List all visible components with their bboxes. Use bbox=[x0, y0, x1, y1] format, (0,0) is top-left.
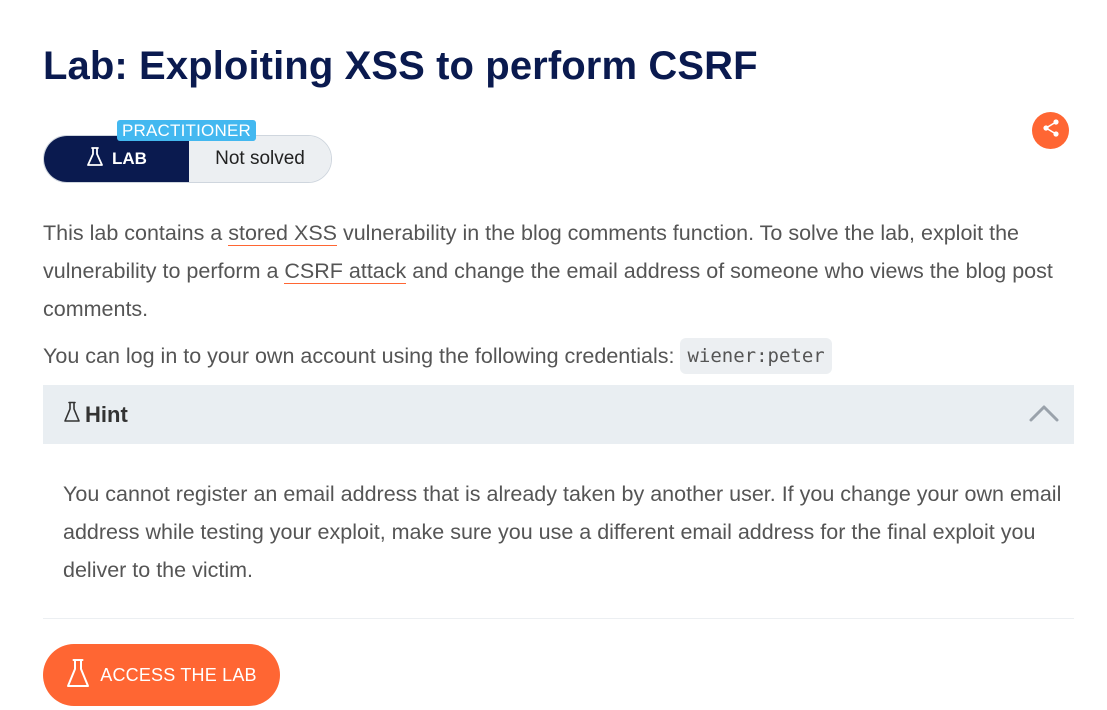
lab-description: This lab contains a stored XSS vulnerabi… bbox=[43, 214, 1078, 328]
share-icon bbox=[1041, 118, 1061, 143]
hint-content: You cannot register an email address tha… bbox=[63, 482, 1062, 582]
credentials-code: wiener:peter bbox=[680, 338, 832, 374]
flask-icon bbox=[66, 658, 90, 693]
csrf-attack-link[interactable]: CSRF attack bbox=[284, 259, 407, 284]
level-tag: PRACTITIONER bbox=[117, 120, 256, 141]
hint-toggle[interactable]: Hint bbox=[43, 385, 1074, 444]
flask-icon bbox=[86, 146, 104, 172]
lab-label-section: LAB bbox=[44, 136, 189, 182]
status-label: Not solved bbox=[189, 136, 331, 182]
credentials-line: You can log in to your own account using… bbox=[43, 337, 832, 375]
access-lab-button[interactable]: ACCESS THE LAB bbox=[43, 644, 280, 706]
page-title: Lab: Exploiting XSS to perform CSRF bbox=[43, 44, 758, 88]
stored-xss-link[interactable]: stored XSS bbox=[228, 221, 337, 246]
lab-label: LAB bbox=[112, 149, 147, 168]
flask-icon bbox=[63, 401, 81, 428]
chevron-up-icon[interactable] bbox=[1028, 402, 1060, 429]
hint-label: Hint bbox=[85, 401, 128, 427]
share-button[interactable] bbox=[1032, 112, 1069, 149]
lab-status-pill: LAB Not solved bbox=[43, 135, 332, 183]
description-text-1: This lab contains a bbox=[43, 221, 229, 245]
credentials-text: You can log in to your own account using… bbox=[43, 344, 675, 368]
divider bbox=[43, 618, 1074, 619]
access-lab-label: ACCESS THE LAB bbox=[100, 664, 257, 685]
lab-page: Lab: Exploiting XSS to perform CSRF PRAC… bbox=[0, 0, 1107, 710]
